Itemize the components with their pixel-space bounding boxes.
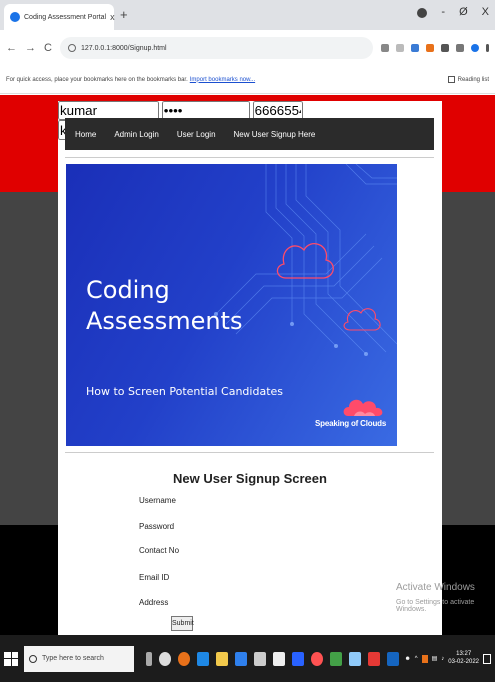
extension-orange-icon[interactable] (426, 44, 434, 52)
python-icon[interactable] (387, 651, 399, 666)
password-label: Password (139, 522, 175, 531)
account-icon[interactable] (417, 8, 428, 18)
browser-tab[interactable]: Coding Assessment Portal x (4, 4, 115, 30)
app-red-icon[interactable] (311, 651, 323, 666)
submit-button[interactable]: Submit (171, 616, 194, 631)
bookmarks-bar: For quick access, place your bookmarks h… (0, 66, 495, 94)
clock-time: 13:27 (456, 650, 472, 657)
contact-label: Contact No (139, 546, 180, 555)
banner-title-line2: Assessments (86, 307, 243, 336)
chrome-app-icon[interactable] (178, 651, 190, 666)
main-navbar: Home Admin Login User Login New User Sig… (65, 118, 434, 150)
contact-row: Contact No (139, 546, 179, 555)
forward-button[interactable]: → (25, 42, 36, 54)
taskbar-search-placeholder: Type here to search (42, 655, 104, 662)
email-row: Email ID (139, 573, 169, 582)
reading-mode-icon[interactable] (456, 44, 464, 52)
tab-close-icon[interactable]: x (110, 12, 115, 22)
menu-kebab-icon[interactable] (486, 44, 489, 52)
taskbar-clock[interactable]: 13:27 03-02-2022 (448, 651, 479, 667)
system-tray: ☻ ^ ▤ ♪ 13:27 03-02-2022 (404, 651, 491, 667)
profile-icon[interactable] (471, 44, 479, 52)
extensions-area (381, 44, 489, 52)
tab-title: Coding Assessment Portal (24, 13, 107, 21)
taskbar-search[interactable]: Type here to search (24, 645, 134, 672)
new-tab-button[interactable]: + (120, 7, 128, 22)
address-row: Address (139, 598, 168, 607)
microphone-icon[interactable] (146, 651, 152, 666)
reload-button[interactable]: C (44, 42, 52, 54)
watermark-line2: Go to Settings to activate Windows. (396, 599, 475, 613)
username-label: Username (139, 496, 176, 505)
edge-icon[interactable] (197, 651, 209, 666)
browser-tabstrip: Coding Assessment Portal x + - Ø X (0, 0, 495, 30)
chrome-favicon-icon (10, 12, 20, 22)
back-button[interactable]: ← (6, 42, 17, 54)
windows-start-icon[interactable] (4, 651, 18, 666)
nav-new-user-signup[interactable]: New User Signup Here (234, 130, 316, 139)
cloud-logo-icon (343, 399, 383, 416)
store-icon[interactable] (235, 651, 247, 666)
banner-title-line1: Coding (86, 276, 170, 304)
mail-icon[interactable] (254, 651, 266, 666)
hero-banner-image: Coding Assessments How to Screen Potenti… (66, 164, 397, 446)
close-window-button[interactable]: X (482, 6, 489, 18)
watermark-line1: Activate Windows (396, 582, 475, 593)
clock-date: 03-02-2022 (448, 658, 479, 665)
minimize-button[interactable]: - (441, 6, 445, 18)
bookmark-star-icon[interactable] (396, 44, 404, 52)
extension-shield-icon[interactable] (411, 44, 419, 52)
network-icon[interactable]: ▤ (432, 655, 438, 662)
import-bookmarks-link[interactable]: Import bookmarks now... (190, 77, 255, 83)
nav-admin-login[interactable]: Admin Login (114, 130, 158, 139)
browser-toolbar: ← → C 127.0.0.1:8000/Signup.html (0, 30, 495, 66)
address-bar[interactable]: 127.0.0.1:8000/Signup.html (59, 37, 373, 59)
site-info-icon[interactable] (67, 44, 76, 52)
password-row: Password (139, 522, 174, 531)
activate-windows-watermark: Activate Windows Go to Settings to activ… (396, 582, 495, 613)
divider (65, 452, 434, 453)
email-label: Email ID (139, 573, 170, 582)
username-row: Username (139, 496, 176, 505)
pdf-icon[interactable] (368, 651, 380, 666)
settings-icon[interactable] (349, 651, 361, 666)
bookmarks-hint: For quick access, place your bookmarks h… (6, 76, 188, 83)
reading-list-icon (447, 76, 455, 83)
banner-logo-text: Speaking of Clouds (315, 419, 387, 428)
banner-subtitle: How to Screen Potential Candidates (86, 385, 284, 398)
url-text[interactable]: 127.0.0.1:8000/Signup.html (81, 45, 167, 52)
maximize-button[interactable]: Ø (459, 6, 468, 18)
tray-app-icon[interactable] (421, 654, 428, 663)
window-controls: - Ø X (417, 6, 489, 18)
address-label: Address (139, 598, 169, 607)
banner-title: Coding Assessments (86, 275, 242, 337)
task-view-icon[interactable] (159, 651, 171, 666)
page-container: Home Admin Login User Login New User Sig… (58, 101, 442, 635)
word-icon[interactable] (292, 651, 304, 666)
excel-icon[interactable] (330, 651, 342, 666)
extensions-puzzle-icon[interactable] (441, 44, 449, 52)
page-viewport: Home Admin Login User Login New User Sig… (0, 95, 495, 635)
nav-home[interactable]: Home (75, 130, 96, 139)
people-icon[interactable]: ☻ (404, 656, 410, 662)
form-title: New User Signup Screen (173, 471, 327, 486)
windows-taskbar: Type here to search ☻ ^ ▤ ♪ 13:27 03-02-… (0, 635, 495, 682)
file-explorer-icon[interactable] (216, 651, 228, 666)
notification-icon[interactable] (483, 653, 491, 664)
volume-icon[interactable]: ♪ (441, 656, 444, 662)
search-icon (29, 654, 37, 663)
notepad-icon[interactable] (273, 651, 285, 666)
nav-user-login[interactable]: User Login (177, 130, 216, 139)
taskbar-apps (146, 651, 399, 666)
translate-icon[interactable] (381, 44, 389, 52)
divider (65, 157, 434, 158)
reading-list-button[interactable]: Reading list (447, 76, 489, 83)
tray-chevron-icon[interactable]: ^ (415, 656, 418, 662)
reading-list-label: Reading list (457, 76, 489, 83)
